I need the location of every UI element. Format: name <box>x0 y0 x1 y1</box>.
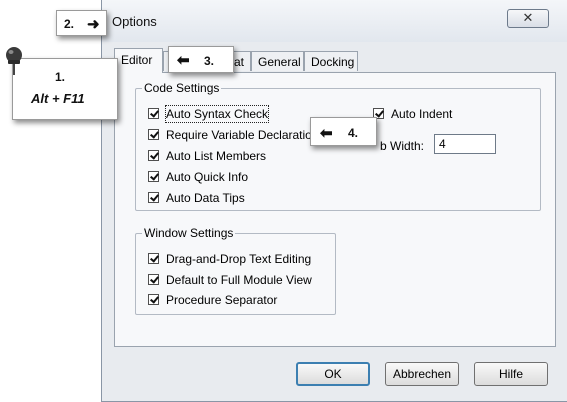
auto-list-members-label: Auto List Members <box>166 149 267 163</box>
tab-docking[interactable]: Docking <box>304 51 358 71</box>
code-settings-group: Code Settings Auto Syntax Check Require … <box>135 81 541 211</box>
window-settings-group: Window Settings Drag-and-Drop Text Editi… <box>135 226 336 315</box>
tab-editor[interactable]: Editor <box>114 48 163 73</box>
step-4-number: 4. <box>348 126 359 140</box>
checkbox-checked-icon <box>148 108 159 119</box>
help-button[interactable]: Hilfe <box>474 362 548 386</box>
cancel-button[interactable]: Abbrechen <box>385 362 459 386</box>
close-button[interactable]: ✕ <box>507 9 549 28</box>
tab-general-label: General <box>258 55 301 69</box>
tab-width-label: b Width: <box>380 139 425 153</box>
title-bar[interactable]: Options ✕ <box>102 0 567 42</box>
checkbox-checked-icon <box>148 171 159 182</box>
step-1-callout: 1. Alt + F11 <box>12 58 118 120</box>
checkbox-checked-icon <box>148 294 159 305</box>
window-settings-title: Window Settings <box>142 226 236 240</box>
auto-data-tips-label: Auto Data Tips <box>166 191 245 205</box>
pushpin-icon <box>6 47 22 75</box>
procedure-separator-label: Procedure Separator <box>166 293 278 307</box>
tab-editor-label: Editor <box>121 53 153 67</box>
tab-panel-editor: Code Settings Auto Syntax Check Require … <box>114 72 556 347</box>
dialog-title: Options <box>112 14 157 29</box>
step-1-number: 1. <box>55 70 66 84</box>
auto-indent-label: Auto Indent <box>391 107 453 121</box>
auto-quick-info-label: Auto Quick Info <box>166 170 249 184</box>
shortcut-text: Alt + F11 <box>31 91 85 106</box>
step-2-number: 2. <box>64 17 75 31</box>
code-settings-title: Code Settings <box>142 81 222 95</box>
ok-button[interactable]: OK <box>296 362 370 386</box>
close-icon: ✕ <box>522 10 534 25</box>
checkbox-checked-icon <box>148 192 159 203</box>
arrow-left-icon: ⬅ <box>320 125 333 142</box>
tab-docking-label: Docking <box>311 55 355 69</box>
auto-syntax-check-label: Auto Syntax Check <box>164 105 270 123</box>
step-4-callout: ⬅ 4. <box>310 117 377 146</box>
step-3-callout: ⬅ 3. <box>168 46 234 73</box>
tab-width-input[interactable] <box>434 134 496 154</box>
tab-general[interactable]: General <box>251 51 304 71</box>
require-variable-declaration-label: Require Variable Declaration <box>166 128 319 142</box>
tab-editor-format-label: at <box>233 55 244 69</box>
default-to-full-module-view-label: Default to Full Module View <box>166 273 312 287</box>
step-2-callout: 2. ➜ <box>56 10 107 36</box>
checkbox-checked-icon <box>148 150 159 161</box>
checkbox-checked-icon <box>148 253 159 264</box>
arrow-left-icon: ⬅ <box>177 52 190 69</box>
step-3-number: 3. <box>204 54 215 68</box>
arrow-right-icon: ➜ <box>87 16 100 33</box>
drag-and-drop-text-editing-label: Drag-and-Drop Text Editing <box>166 252 312 266</box>
checkbox-checked-icon <box>148 129 159 140</box>
checkbox-checked-icon <box>148 274 159 285</box>
